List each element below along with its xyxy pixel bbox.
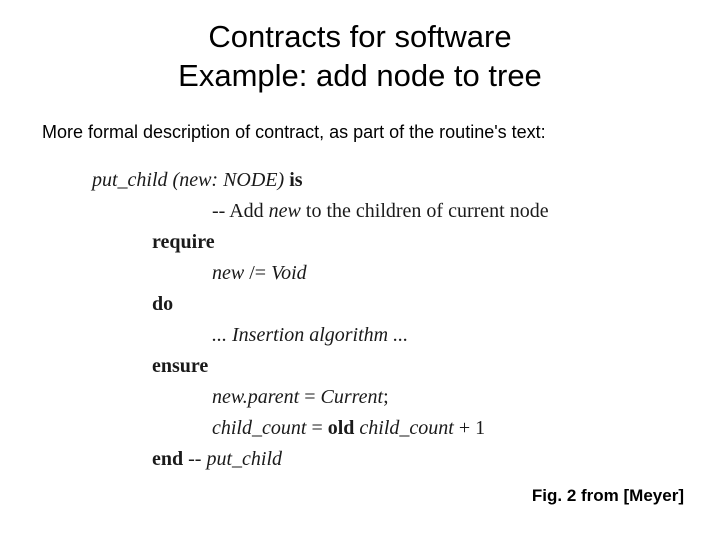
code-require-body: new /= Void	[92, 258, 720, 289]
code-ensure-line2: child_count = old child_count + 1	[92, 413, 720, 444]
code-do-body: ... Insertion algorithm ...	[92, 320, 720, 351]
code-ensure-line1: new.parent = Current;	[92, 382, 720, 413]
code-do: do	[92, 289, 720, 320]
code-require: require	[92, 227, 720, 258]
code-ensure: ensure	[92, 351, 720, 382]
code-block: put_child (new: NODE) is -- Add new to t…	[92, 165, 720, 475]
figure-caption: Fig. 2 from [Meyer]	[532, 486, 684, 506]
code-comment: -- Add new to the children of current no…	[92, 196, 720, 227]
code-signature: put_child (new: NODE) is	[92, 165, 720, 196]
title-line-2: Example: add node to tree	[0, 57, 720, 96]
slide-title: Contracts for software Example: add node…	[0, 0, 720, 96]
subtitle: More formal description of contract, as …	[42, 122, 720, 143]
code-end: end -- put_child	[92, 444, 720, 475]
title-line-1: Contracts for software	[0, 18, 720, 57]
